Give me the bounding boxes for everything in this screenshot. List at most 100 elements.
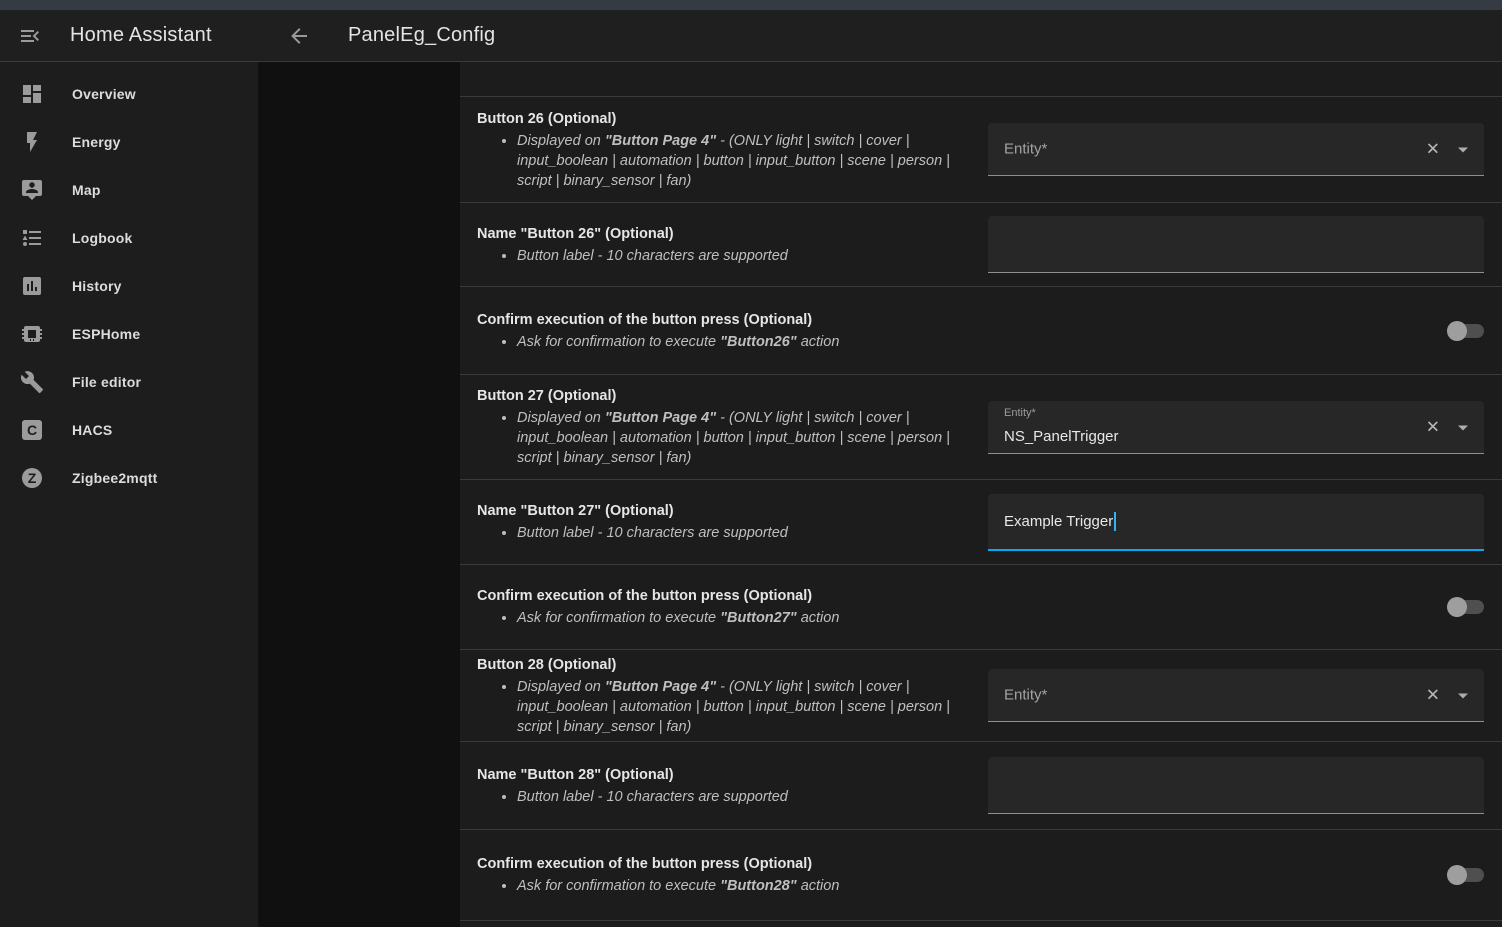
entity-select[interactable]: Entity* ✕ bbox=[988, 669, 1484, 722]
row-text: Button 26 (Optional) Displayed on "Butto… bbox=[477, 109, 988, 191]
menu-open-icon[interactable] bbox=[14, 20, 46, 52]
row-bullet-list: Displayed on "Button Page 4" - (ONLY lig… bbox=[477, 677, 988, 737]
row-title: Confirm execution of the button press (O… bbox=[477, 854, 988, 874]
wrench-icon bbox=[20, 370, 44, 394]
entity-field-label: Entity* bbox=[1004, 141, 1047, 158]
row-control: ✕ bbox=[988, 757, 1484, 814]
dropdown-caret-icon[interactable] bbox=[1458, 694, 1468, 699]
zigbee-icon: Z bbox=[20, 466, 44, 490]
config-row: Button 26 (Optional) Displayed on "Butto… bbox=[460, 97, 1502, 203]
row-title: Button 27 (Optional) bbox=[477, 386, 988, 406]
config-row: Confirm execution of the button press (O… bbox=[460, 287, 1502, 375]
sidebar-item-esphome[interactable]: ESPHome bbox=[0, 310, 258, 358]
row-control: Entity* ✕ bbox=[988, 669, 1484, 722]
entity-select[interactable]: Entity* ✕ bbox=[988, 123, 1484, 176]
sidebar-item-zigbee2mqtt[interactable]: Z Zigbee2mqtt bbox=[0, 454, 258, 502]
row-control: Example Trigger ✕ Example Trigger bbox=[988, 494, 1484, 551]
app-body: Home Assistant Overview Energy Map Logbo… bbox=[0, 10, 1502, 927]
sidebar-nav: Overview Energy Map Logbook History ESPH… bbox=[0, 62, 258, 502]
row-bullet-list: Displayed on "Button Page 4" - (ONLY lig… bbox=[477, 131, 988, 191]
name-input[interactable]: Example Trigger bbox=[988, 494, 1484, 551]
entity-field-label: Entity* bbox=[1004, 687, 1047, 704]
sidebar-item-logbook[interactable]: Logbook bbox=[0, 214, 258, 262]
row-title: Button 26 (Optional) bbox=[477, 109, 988, 129]
name-input[interactable] bbox=[988, 216, 1484, 273]
back-arrow-icon[interactable] bbox=[283, 20, 315, 52]
chip-icon bbox=[20, 322, 44, 346]
sidebar-header: Home Assistant bbox=[0, 10, 258, 62]
confirm-toggle[interactable] bbox=[1447, 597, 1484, 617]
config-row: Button 27 (Optional) Displayed on "Butto… bbox=[460, 375, 1502, 480]
row-bullet-list: Button label - 10 characters are support… bbox=[477, 787, 988, 807]
lightning-bolt-icon bbox=[20, 130, 44, 154]
panel-title: PanelEg_Config bbox=[348, 24, 495, 47]
row-description: Displayed on "Button Page 4" - (ONLY lig… bbox=[517, 408, 988, 468]
sidebar-item-energy[interactable]: Energy bbox=[0, 118, 258, 166]
row-title: Name "Button 27" (Optional) bbox=[477, 501, 988, 521]
sidebar: Home Assistant Overview Energy Map Logbo… bbox=[0, 10, 258, 927]
hacs-icon: C bbox=[20, 418, 44, 442]
name-input[interactable] bbox=[988, 757, 1484, 814]
row-title: Confirm execution of the button press (O… bbox=[477, 586, 988, 606]
toggle-knob bbox=[1447, 597, 1467, 617]
chart-box-icon bbox=[20, 274, 44, 298]
row-bullet-list: Ask for confirmation to execute "Button2… bbox=[477, 608, 988, 628]
svg-text:C: C bbox=[27, 422, 37, 438]
row-text: Name "Button 26" (Optional) Button label… bbox=[477, 224, 988, 266]
main-panel: PanelEg_Config Ask for confirmation to e… bbox=[258, 10, 1502, 927]
config-row: Confirm execution of the button press (O… bbox=[460, 565, 1502, 650]
config-row: Confirm execution of the button press (O… bbox=[460, 830, 1502, 921]
toggle-knob bbox=[1447, 865, 1467, 885]
config-row: Name "Button 28" (Optional) Button label… bbox=[460, 742, 1502, 830]
toggle-knob bbox=[1447, 321, 1467, 341]
sidebar-item-hacs[interactable]: C HACS bbox=[0, 406, 258, 454]
row-text: Name "Button 27" (Optional) Button label… bbox=[477, 501, 988, 543]
home-assistant-app: Home Assistant Overview Energy Map Logbo… bbox=[0, 0, 1502, 927]
app-title: Home Assistant bbox=[70, 24, 212, 47]
row-description: Ask for confirmation to execute "Button2… bbox=[517, 332, 988, 352]
row-control: Entity* ✕ bbox=[988, 123, 1484, 176]
clipped-config-row: Ask for confirmation to execute "Button2… bbox=[460, 62, 1502, 97]
sidebar-item-history[interactable]: History bbox=[0, 262, 258, 310]
row-control: ✕ bbox=[988, 321, 1484, 341]
name-input-value: Example Trigger bbox=[1004, 513, 1113, 530]
svg-text:Z: Z bbox=[28, 470, 37, 486]
row-text: Name "Button 28" (Optional) Button label… bbox=[477, 765, 988, 807]
view-dashboard-icon bbox=[20, 82, 44, 106]
row-text: Button 27 (Optional) Displayed on "Butto… bbox=[477, 386, 988, 468]
confirm-toggle[interactable] bbox=[1447, 321, 1484, 341]
sidebar-item-file-editor[interactable]: File editor bbox=[0, 358, 258, 406]
row-control: Entity* NS_PanelTrigger ✕ NS_PanelTrigge… bbox=[988, 401, 1484, 454]
dropdown-caret-icon[interactable] bbox=[1458, 425, 1468, 430]
dropdown-caret-icon[interactable] bbox=[1458, 148, 1468, 153]
panel-header: PanelEg_Config bbox=[258, 10, 1502, 62]
row-text: Confirm execution of the button press (O… bbox=[477, 310, 988, 352]
clipped-row-description: Ask for confirmation to execute "Button2… bbox=[516, 62, 838, 66]
format-list-bulleted-icon bbox=[20, 226, 44, 250]
config-card: Ask for confirmation to execute "Button2… bbox=[460, 62, 1502, 927]
window-top-strip bbox=[0, 0, 1502, 10]
row-title: Name "Button 28" (Optional) bbox=[477, 765, 988, 785]
config-row: Name "Button 27" (Optional) Button label… bbox=[460, 480, 1502, 565]
clear-icon[interactable]: ✕ bbox=[1426, 418, 1440, 435]
row-bullet-list: Displayed on "Button Page 4" - (ONLY lig… bbox=[477, 408, 988, 468]
config-row: Button 28 (Optional) Displayed on "Butto… bbox=[460, 650, 1502, 742]
config-rows: Button 26 (Optional) Displayed on "Butto… bbox=[460, 97, 1502, 921]
entity-field-label: Entity* bbox=[1004, 407, 1036, 419]
clear-icon[interactable]: ✕ bbox=[1426, 141, 1440, 158]
row-description: Ask for confirmation to execute "Button2… bbox=[517, 608, 988, 628]
row-description: Displayed on "Button Page 4" - (ONLY lig… bbox=[517, 131, 988, 191]
row-text: Button 28 (Optional) Displayed on "Butto… bbox=[477, 655, 988, 737]
row-description: Button label - 10 characters are support… bbox=[517, 246, 988, 266]
confirm-toggle[interactable] bbox=[1447, 865, 1484, 885]
config-row: Name "Button 26" (Optional) Button label… bbox=[460, 203, 1502, 287]
row-description: Ask for confirmation to execute "Button2… bbox=[517, 876, 988, 896]
clear-icon[interactable]: ✕ bbox=[1426, 687, 1440, 704]
sidebar-item-overview[interactable]: Overview bbox=[0, 70, 258, 118]
entity-select[interactable]: Entity* NS_PanelTrigger ✕ bbox=[988, 401, 1484, 454]
row-text: Confirm execution of the button press (O… bbox=[477, 854, 988, 896]
row-title: Button 28 (Optional) bbox=[477, 655, 988, 675]
config-viewport: Ask for confirmation to execute "Button2… bbox=[258, 62, 1502, 927]
row-text: Confirm execution of the button press (O… bbox=[477, 586, 988, 628]
sidebar-item-map[interactable]: Map bbox=[0, 166, 258, 214]
